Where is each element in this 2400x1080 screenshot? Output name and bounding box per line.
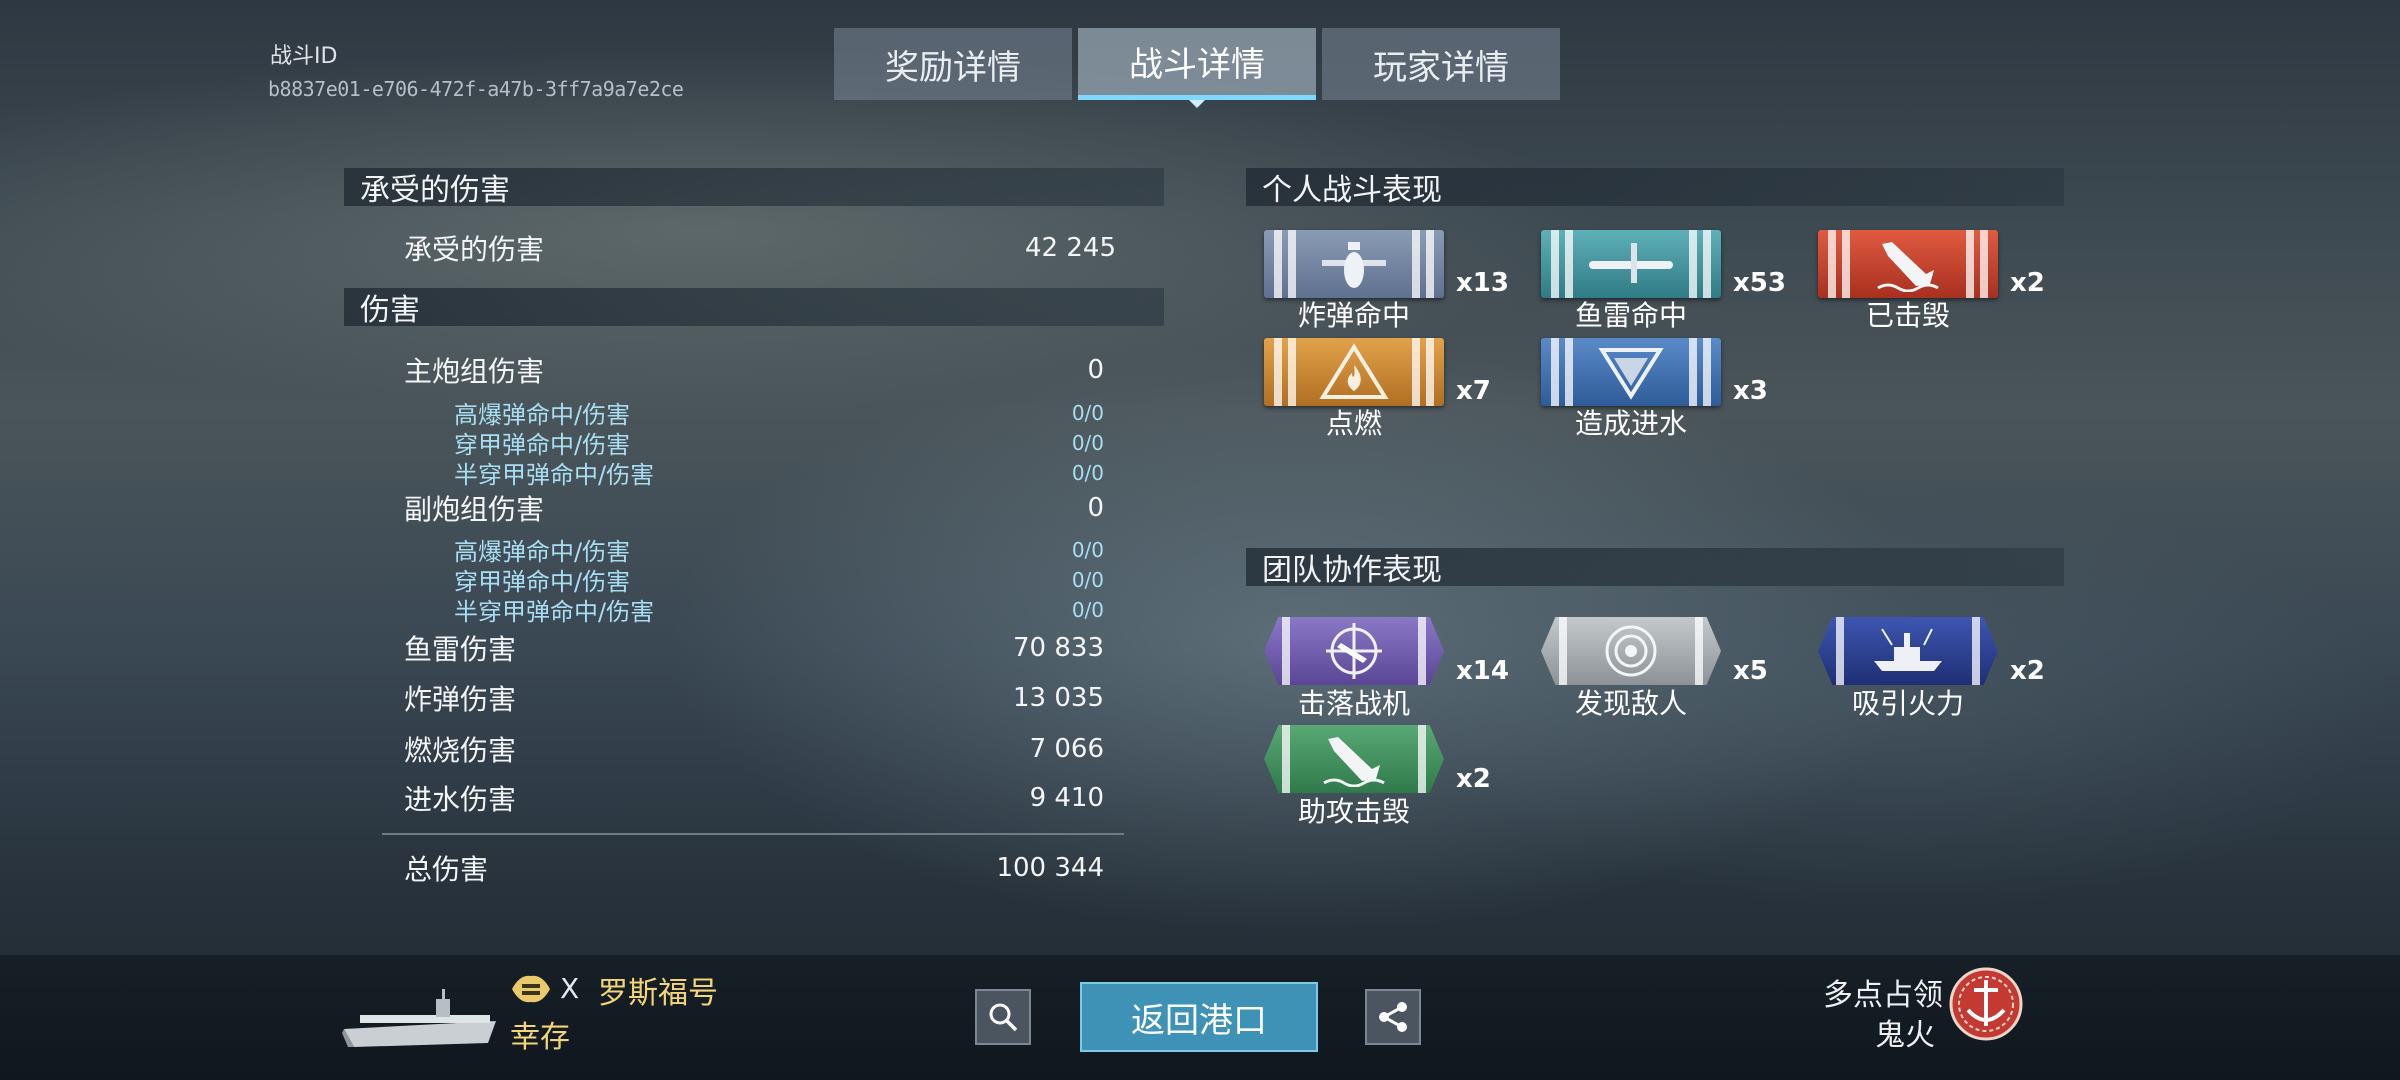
ribbon-bomb-hit[interactable] bbox=[1264, 230, 1444, 298]
sub-label: 半穿甲弹命中/伤害 bbox=[454, 461, 655, 489]
damage-header: 伤害 bbox=[344, 288, 1164, 328]
ribbon-count: x13 bbox=[1456, 268, 1509, 298]
battle-id-label: 战斗ID bbox=[270, 44, 338, 69]
tab-reward-details[interactable]: 奖励详情 bbox=[834, 28, 1072, 100]
torpedo-icon bbox=[1589, 243, 1673, 283]
assist-destroy-icon bbox=[1323, 737, 1385, 787]
battle-id-value: b8837e01-e706-472f-a47b-3ff7a9a7e2ce bbox=[268, 77, 684, 101]
row-label: 承受的伤害 bbox=[404, 233, 545, 266]
ribbon-count: x14 bbox=[1456, 656, 1509, 686]
survival-status: 幸存 bbox=[510, 1020, 570, 1055]
tab-bar: 奖励详情 战斗详情 玩家详情 bbox=[834, 28, 1560, 108]
flooding-icon bbox=[1598, 348, 1664, 400]
ribbon-count: x5 bbox=[1733, 656, 1768, 686]
ribbon-count: x7 bbox=[1456, 376, 1491, 406]
damage-title: 伤害 bbox=[360, 293, 420, 328]
ribbon-aircraft-shot-down[interactable] bbox=[1264, 617, 1444, 685]
ribbon-count: x53 bbox=[1733, 268, 1786, 298]
row-label: 燃烧伤害 bbox=[404, 734, 517, 767]
sub-label: 半穿甲弹命中/伤害 bbox=[454, 598, 655, 626]
ribbon-count: x2 bbox=[2010, 268, 2045, 298]
sub-row: 半穿甲弹命中/伤害 0/0 bbox=[454, 592, 1104, 627]
main-battery-row: 主炮组伤害 0 bbox=[404, 350, 1104, 390]
ribbon-name: 造成进水 bbox=[1574, 407, 1687, 440]
mode-emblem-icon bbox=[1949, 967, 2023, 1041]
row-value: 0 bbox=[1087, 355, 1104, 385]
ship-class-icon bbox=[512, 975, 550, 1003]
row-value: 13 035 bbox=[1013, 683, 1104, 713]
row-label: 进水伤害 bbox=[404, 783, 517, 816]
ribbon-destroyed[interactable] bbox=[1818, 230, 1998, 298]
map-name: 鬼火 bbox=[1875, 1018, 1935, 1053]
row-label: 炸弹伤害 bbox=[404, 683, 517, 716]
ribbon-name: 炸弹命中 bbox=[1297, 299, 1410, 332]
ribbon-name: 点燃 bbox=[1325, 407, 1382, 440]
damage-received-header: 承受的伤害 bbox=[344, 168, 1164, 208]
ribbon-spotted[interactable] bbox=[1541, 617, 1721, 685]
bomb-damage-row: 炸弹伤害 13 035 bbox=[404, 678, 1104, 718]
return-to-port-button[interactable]: 返回港口 bbox=[1080, 982, 1318, 1052]
fire-damage-row: 燃烧伤害 7 066 bbox=[404, 729, 1104, 769]
divider bbox=[382, 833, 1124, 835]
ship-tier: X bbox=[560, 972, 580, 1005]
share-icon bbox=[1379, 1002, 1407, 1032]
sub-value: 0/0 bbox=[1071, 400, 1104, 425]
row-label: 总伤害 bbox=[404, 853, 489, 886]
ribbon-count: x3 bbox=[1733, 376, 1768, 406]
tab-player-details[interactable]: 玩家详情 bbox=[1322, 28, 1560, 100]
ribbon-set-on-fire[interactable] bbox=[1264, 338, 1444, 406]
row-label: 鱼雷伤害 bbox=[404, 633, 517, 666]
ribbon-name: 已击毁 bbox=[1865, 299, 1950, 332]
ribbon-potential-damage[interactable] bbox=[1818, 617, 1998, 685]
damage-received-title: 承受的伤害 bbox=[360, 173, 510, 208]
ribbon-count: x2 bbox=[2010, 656, 2045, 686]
row-value: 7 066 bbox=[1029, 734, 1104, 764]
ribbon-count: x2 bbox=[1456, 764, 1491, 794]
bomb-icon bbox=[1322, 242, 1386, 288]
tanking-ship-icon bbox=[1874, 628, 1942, 671]
share-button[interactable] bbox=[1365, 989, 1421, 1045]
sub-value: 0/0 bbox=[1071, 537, 1104, 562]
spotting-icon bbox=[1605, 625, 1657, 677]
personal-performance-title: 个人战斗表现 bbox=[1262, 173, 1442, 208]
total-damage-row: 总伤害 100 344 bbox=[404, 848, 1104, 888]
sub-row: 半穿甲弹命中/伤害 0/0 bbox=[454, 455, 1104, 490]
sub-value: 0/0 bbox=[1071, 430, 1104, 455]
team-performance-title: 团队协作表现 bbox=[1262, 553, 1442, 588]
battle-mode: 多点占领 bbox=[1823, 978, 1943, 1013]
search-button[interactable] bbox=[975, 989, 1031, 1045]
ship-name: 罗斯福号 bbox=[598, 976, 718, 1011]
row-value: 42 245 bbox=[1025, 233, 1116, 263]
sub-value: 0/0 bbox=[1071, 567, 1104, 592]
ribbon-assist-destroy[interactable] bbox=[1264, 725, 1444, 793]
row-value: 70 833 bbox=[1013, 633, 1104, 663]
plane-shot-down-icon bbox=[1326, 623, 1382, 679]
personal-performance-header: 个人战斗表现 bbox=[1246, 168, 2064, 208]
secondary-battery-row: 副炮组伤害 0 bbox=[404, 488, 1104, 528]
search-icon bbox=[989, 1003, 1018, 1032]
tab-battle-details[interactable]: 战斗详情 bbox=[1078, 28, 1316, 108]
flooding-damage-row: 进水伤害 9 410 bbox=[404, 778, 1104, 818]
row-label: 主炮组伤害 bbox=[404, 355, 545, 388]
ribbon-name: 击落战机 bbox=[1297, 687, 1410, 720]
damage-received-row: 承受的伤害 42 245 bbox=[404, 228, 1116, 268]
row-value: 100 344 bbox=[996, 853, 1104, 883]
ribbon-flooding[interactable] bbox=[1541, 338, 1721, 406]
torpedo-damage-row: 鱼雷伤害 70 833 bbox=[404, 628, 1104, 668]
sub-value: 0/0 bbox=[1071, 460, 1104, 485]
row-value: 0 bbox=[1087, 493, 1104, 523]
row-label: 副炮组伤害 bbox=[404, 493, 545, 526]
ribbon-torpedo-hit[interactable] bbox=[1541, 230, 1721, 298]
team-performance-header: 团队协作表现 bbox=[1246, 548, 2064, 588]
ribbon-name: 鱼雷命中 bbox=[1574, 299, 1687, 332]
row-value: 9 410 bbox=[1029, 783, 1104, 813]
ribbon-name: 发现敌人 bbox=[1574, 687, 1687, 720]
ribbon-name: 吸引火力 bbox=[1851, 687, 1964, 720]
ribbon-name: 助攻击毁 bbox=[1297, 795, 1410, 828]
sinking-ship-icon bbox=[1877, 242, 1939, 292]
ship-image bbox=[342, 989, 496, 1047]
sub-value: 0/0 bbox=[1071, 597, 1104, 622]
fire-icon bbox=[1319, 343, 1389, 399]
